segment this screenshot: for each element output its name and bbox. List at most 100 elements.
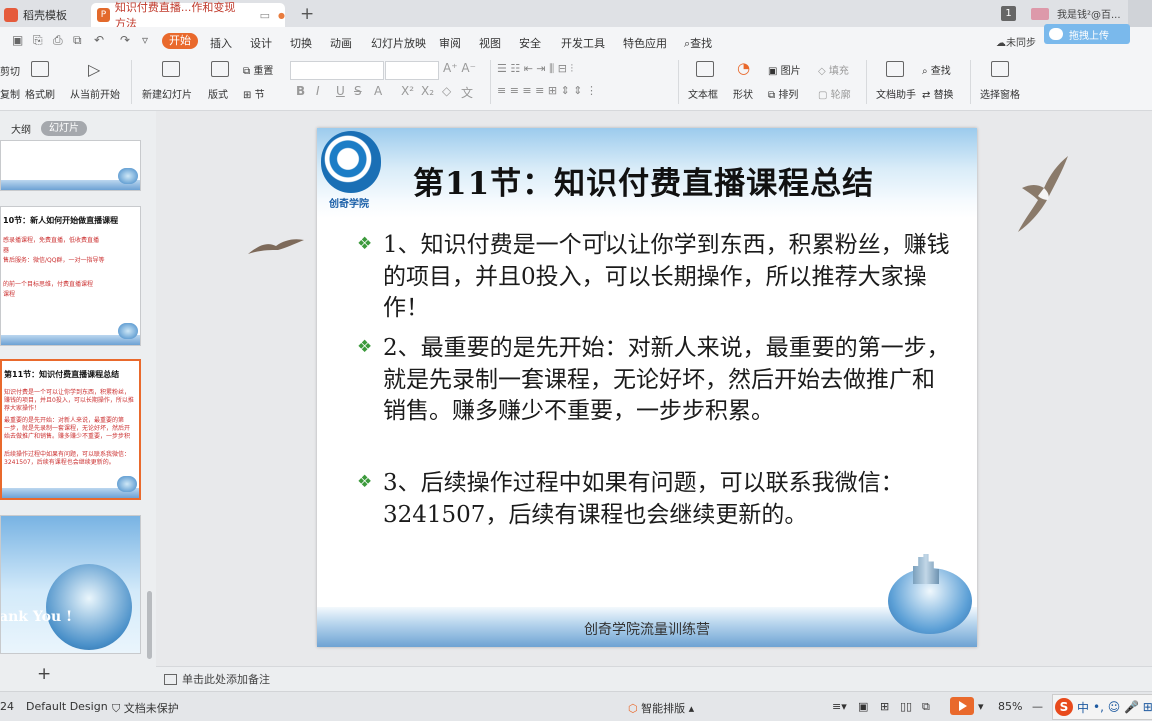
- slideshow-play-button[interactable]: [950, 697, 974, 715]
- slide-thumbnail[interactable]: 10节：新人如何开始做直播课程 感录播课程，免费直播，低收费直播 器 售后服务：…: [0, 206, 141, 346]
- picture-button[interactable]: ▣ 图片: [768, 62, 801, 77]
- notes-icon: [164, 674, 177, 685]
- drag-upload-button[interactable]: 拖拽上传: [1044, 24, 1130, 44]
- slide-sorter-icon[interactable]: ⊞: [880, 700, 889, 713]
- italic-icon[interactable]: I: [316, 84, 320, 98]
- phonetic-icon[interactable]: 文: [461, 84, 473, 101]
- presenter-icon[interactable]: ⧉: [922, 700, 930, 714]
- doc-assistant-button[interactable]: 文档助手: [876, 86, 916, 101]
- selection-pane-button[interactable]: 选择窗格: [980, 86, 1020, 101]
- smart-layout-icon: ⬡: [628, 702, 638, 715]
- font-color-icon[interactable]: A: [374, 84, 382, 98]
- input-method-bar[interactable]: S 中 •, ☺ 🎤 ⊞: [1052, 694, 1152, 720]
- slide-bullet[interactable]: ❖ 1、知识付费是一个可以让你学到东西，积累粉丝，赚钱的项目，并且0投入，可以长…: [357, 230, 957, 325]
- add-slide-button[interactable]: +: [37, 664, 51, 684]
- bold-icon[interactable]: B: [296, 84, 305, 98]
- new-slide-button[interactable]: 新建幻灯片: [142, 86, 192, 101]
- chuangqi-logo-icon: [321, 131, 381, 193]
- menu-slideshow[interactable]: 幻灯片放映: [371, 35, 426, 51]
- slide-bullet[interactable]: ❖ 3、后续操作过程中如果有问题，可以联系我微信：3241507，后续有课程也会…: [357, 468, 957, 531]
- tab-outline[interactable]: 大纲: [11, 121, 31, 136]
- copy-button[interactable]: 复制: [0, 86, 20, 101]
- superscript-icon[interactable]: X²: [401, 84, 414, 98]
- print-icon[interactable]: ⎙: [53, 33, 63, 48]
- layout-icon: [211, 61, 229, 77]
- slide-title[interactable]: 第11节：知识付费直播课程总结: [413, 158, 874, 203]
- list-icons[interactable]: ☰ ☷ ⇤ ⇥ ⫼ ⊟ ⫶: [497, 62, 573, 76]
- redo-icon[interactable]: ↷: [120, 33, 130, 47]
- play-from-current-button[interactable]: 从当前开始: [70, 86, 120, 101]
- cut-button[interactable]: 剪切: [0, 63, 20, 78]
- strikethrough-icon[interactable]: S: [354, 84, 362, 98]
- menu-features[interactable]: 特色应用: [623, 35, 667, 51]
- tab-current-document[interactable]: P 知识付费直播...作和变现方法 ▭ ●: [91, 1, 285, 30]
- zoom-out-icon[interactable]: —: [1032, 700, 1043, 713]
- font-family-select[interactable]: [290, 61, 384, 80]
- format-painter-button[interactable]: 格式刷: [25, 86, 55, 101]
- reset-button[interactable]: ⧉ 重置: [243, 62, 273, 77]
- protection-status[interactable]: ⛉ 文档未保护: [112, 700, 179, 716]
- preview-icon[interactable]: ⧉: [73, 33, 82, 48]
- panel-scrollbar[interactable]: [147, 591, 152, 659]
- save-icon[interactable]: ▣: [12, 33, 23, 47]
- shape-button[interactable]: 形状: [733, 86, 753, 101]
- tab-slides[interactable]: 幻灯片: [41, 121, 87, 136]
- slide-thumbnail-selected[interactable]: 第11节：知识付费直播课程总结 知识付费是一个可以让你学到东西，积累粉丝， 赚钱…: [0, 359, 141, 500]
- find-button[interactable]: ⌕ 查找: [922, 62, 951, 77]
- play-options-icon[interactable]: ▾: [978, 700, 984, 713]
- tab-pin-icon[interactable]: ▭: [260, 9, 270, 22]
- reading-view-icon[interactable]: ▯▯: [900, 700, 912, 713]
- textbox-button[interactable]: 文本框: [688, 86, 718, 101]
- window-controls[interactable]: [1128, 0, 1152, 27]
- thumb-globe-image: [46, 564, 132, 650]
- section-button[interactable]: ⊞ 节: [243, 86, 265, 101]
- outline-button[interactable]: ▢ 轮廓: [818, 86, 851, 101]
- fill-button[interactable]: ◇ 填充: [818, 62, 849, 77]
- menu-home[interactable]: 开始: [162, 33, 198, 49]
- undo-icon[interactable]: ↶: [94, 33, 104, 47]
- menu-design[interactable]: 设计: [250, 35, 272, 51]
- slide-bullet[interactable]: ❖ 2、最重要的是先开始：对新人来说，最重要的第一步，就是先录制一套课程，无论好…: [357, 333, 957, 428]
- notes-placeholder: 单击此处添加备注: [182, 673, 270, 686]
- slide-number: 24: [0, 700, 14, 713]
- ime-tools-icons[interactable]: •, ☺ 🎤 ⊞: [1093, 700, 1152, 714]
- slide-thumbnail[interactable]: ank You !: [0, 515, 141, 654]
- export-icon[interactable]: ⎘: [33, 33, 43, 48]
- menu-view[interactable]: 视图: [479, 35, 501, 51]
- slide-thumbnail[interactable]: [0, 140, 141, 191]
- divider: [490, 60, 491, 104]
- seagull-image: [1018, 156, 1068, 232]
- align-icons[interactable]: ≡ ≡ ≡ ≡ ⊞ ⇕ ⇕ ⋮: [497, 84, 597, 97]
- thumb-line: 的前一个目标思维，付费直播课程: [3, 281, 94, 288]
- subscript-icon[interactable]: X₂: [421, 84, 434, 98]
- thumb-line: 荐大家操作！: [4, 405, 41, 412]
- menu-animation[interactable]: 动画: [330, 35, 352, 51]
- design-name[interactable]: Default Design: [26, 700, 108, 713]
- menu-security[interactable]: 安全: [519, 35, 541, 51]
- customize-qa-icon[interactable]: ▿: [142, 33, 148, 47]
- menu-insert[interactable]: 插入: [210, 35, 232, 51]
- normal-view-icon[interactable]: ▣: [858, 700, 868, 713]
- menu-search[interactable]: ⌕查找: [684, 35, 712, 51]
- new-tab-button[interactable]: +: [300, 4, 314, 24]
- menu-developer[interactable]: 开发工具: [561, 35, 605, 51]
- user-account[interactable]: 我是钱²@百...: [1031, 6, 1121, 21]
- notes-bar[interactable]: 单击此处添加备注: [156, 666, 1152, 691]
- menu-transition[interactable]: 切换: [290, 35, 312, 51]
- replace-button[interactable]: ⇄ 替换: [922, 86, 954, 101]
- font-grow-icon[interactable]: A⁺ A⁻: [443, 61, 476, 75]
- zoom-level[interactable]: 85%: [998, 700, 1022, 713]
- notes-toggle-icon[interactable]: ≡▾: [832, 700, 847, 713]
- tab-docer-templates[interactable]: 稻壳模板: [0, 3, 92, 27]
- smart-layout-button[interactable]: ⬡ 智能排版 ▴: [628, 700, 694, 716]
- window-count-badge[interactable]: 1: [1001, 6, 1016, 21]
- menu-review[interactable]: 审阅: [439, 35, 461, 51]
- clear-format-icon[interactable]: ◇: [442, 84, 451, 98]
- arrange-button[interactable]: ⧉ 排列: [768, 86, 798, 101]
- font-size-select[interactable]: [385, 61, 439, 80]
- sogou-logo-icon: S: [1055, 698, 1073, 716]
- underline-icon[interactable]: U: [336, 84, 345, 98]
- sync-status[interactable]: ☁未同步: [996, 34, 1036, 49]
- layout-button[interactable]: 版式: [208, 86, 228, 101]
- slide[interactable]: 创奇学院 第11节：知识付费直播课程总结 ❖ 1、知识付费是一个可以让你学到东西…: [317, 128, 977, 647]
